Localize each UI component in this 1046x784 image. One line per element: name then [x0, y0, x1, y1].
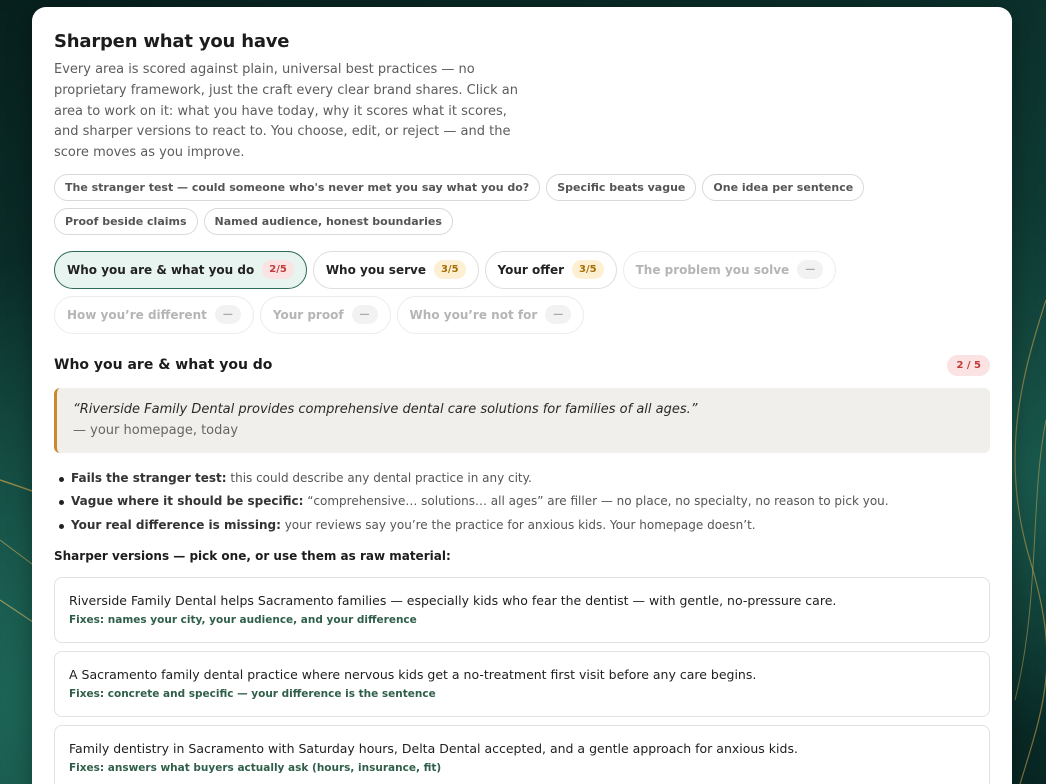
- tab-who-you-are[interactable]: Who you are & what you do 2/5: [54, 250, 307, 289]
- principles-chips: The stranger test — could someone who's …: [54, 173, 884, 235]
- section-title: Who you are & what you do: [54, 357, 273, 374]
- tab-label: Who you are & what you do: [67, 262, 255, 277]
- issue-item: Your real difference is missing: your re…: [58, 514, 990, 538]
- tab-label: Who you’re not for: [409, 307, 538, 322]
- quote-text: “Riverside Family Dental provides compre…: [73, 401, 698, 417]
- tab-label: How you’re different: [67, 307, 207, 322]
- principle-chip: Specific beats vague: [546, 173, 697, 201]
- sharper-version-option[interactable]: Riverside Family Dental helps Sacramento…: [54, 577, 990, 644]
- tab-score-badge: 3/5: [572, 260, 604, 280]
- principle-chip: The stranger test — could someone who's …: [54, 173, 541, 201]
- tab-who-you-serve[interactable]: Who you serve 3/5: [312, 250, 479, 289]
- tab-your-offer[interactable]: Your offer 3/5: [484, 250, 617, 289]
- version-text: Family dentistry in Sacramento with Satu…: [69, 741, 798, 757]
- issues-list: Fails the stranger test: this could desc…: [54, 467, 990, 538]
- quote-source: — your homepage, today: [73, 422, 239, 438]
- version-fix-note: Fixes: answers what buyers actually ask …: [69, 762, 442, 775]
- issue-text: “comprehensive… solutions… all ages” are…: [303, 494, 889, 509]
- tab-who-youre-not-for[interactable]: Who you’re not for —: [396, 295, 585, 334]
- current-copy-quote: “Riverside Family Dental provides compre…: [54, 387, 990, 453]
- section-score-badge: 2 / 5: [947, 354, 990, 376]
- tab-label: The problem you solve: [635, 262, 790, 277]
- tab-label: Your offer: [497, 262, 565, 277]
- principle-chip: Named audience, honest boundaries: [203, 207, 453, 235]
- tab-label: Your proof: [272, 307, 344, 322]
- issue-label: Your real difference is missing:: [71, 517, 281, 532]
- versions-label: Sharper versions — pick one, or use them…: [54, 549, 451, 564]
- issue-text: this could describe any dental practice …: [226, 470, 532, 485]
- area-tabs: Who you are & what you do 2/5 Who you se…: [54, 250, 990, 334]
- issue-item: Fails the stranger test: this could desc…: [58, 467, 990, 491]
- issue-text: your reviews say you’re the practice for…: [280, 517, 756, 532]
- tab-score-badge: —: [351, 305, 378, 325]
- issue-label: Vague where it should be specific:: [71, 494, 304, 509]
- issue-item: Vague where it should be specific: “comp…: [58, 490, 990, 514]
- principle-chip: Proof beside claims: [54, 207, 198, 235]
- tab-score-badge: —: [545, 305, 572, 325]
- sharper-version-option[interactable]: A Sacramento family dental practice wher…: [54, 651, 990, 718]
- tab-how-youre-different[interactable]: How you’re different —: [54, 295, 254, 334]
- version-text: Riverside Family Dental helps Sacramento…: [69, 593, 837, 609]
- principle-chip: One idea per sentence: [702, 173, 865, 201]
- version-text: A Sacramento family dental practice wher…: [69, 667, 757, 683]
- tab-score-badge: 2/5: [262, 260, 294, 280]
- tab-score-badge: 3/5: [433, 260, 466, 280]
- sharpen-panel: Sharpen what you have Every area is scor…: [32, 7, 1012, 784]
- issue-label: Fails the stranger test:: [71, 470, 227, 485]
- intro-text: Every area is scored against plain, univ…: [54, 62, 518, 161]
- tab-label: Who you serve: [325, 262, 426, 277]
- version-fix-note: Fixes: concrete and specific — your diff…: [69, 688, 436, 701]
- tab-score-badge: —: [214, 305, 241, 325]
- tab-your-proof[interactable]: Your proof —: [259, 295, 391, 334]
- tab-score-badge: —: [797, 260, 824, 280]
- section-header: Who you are & what you do 2 / 5: [54, 354, 990, 376]
- tab-problem-you-solve[interactable]: The problem you solve —: [622, 250, 837, 289]
- version-fix-note: Fixes: names your city, your audience, a…: [69, 614, 417, 627]
- page-title: Sharpen what you have: [54, 31, 290, 52]
- sharper-version-option[interactable]: Family dentistry in Sacramento with Satu…: [54, 725, 990, 784]
